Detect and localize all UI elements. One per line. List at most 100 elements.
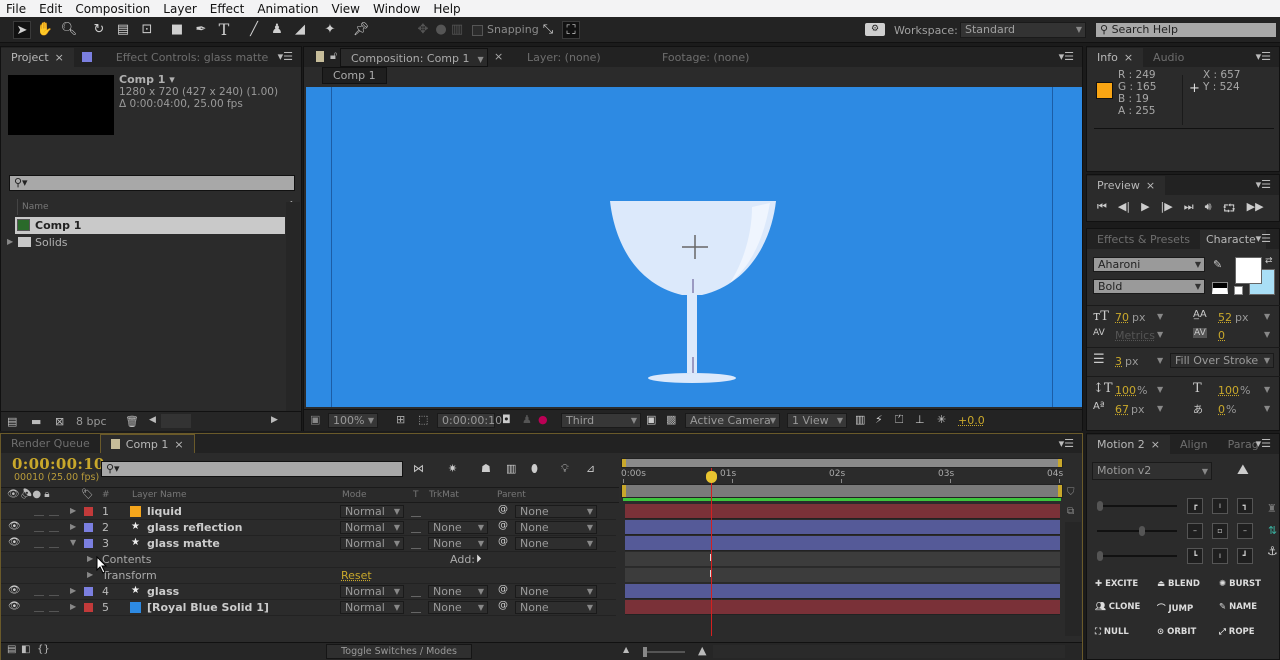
mute-audio-icon[interactable]: 🔊︎ [1205, 200, 1212, 219]
ease-slider-thumb[interactable] [1097, 501, 1103, 511]
brainstorm-icon[interactable]: 💡︎ [561, 462, 569, 476]
tab-layer[interactable]: Layer: (none) [517, 48, 611, 67]
swap-colors-icon[interactable]: ⇄ [1265, 256, 1273, 266]
column-header-layer-name[interactable]: Layer Name [132, 490, 187, 500]
rotation-tool-icon[interactable]: ↻ [90, 21, 108, 39]
always-preview-icon[interactable]: ▣ [310, 413, 320, 426]
magnification-select[interactable]: 100% ▼ [328, 413, 378, 428]
loop-icon[interactable]: ⮔ [1223, 200, 1236, 219]
zoom-slider-thumb[interactable] [643, 647, 647, 657]
chevron-down-icon[interactable]: ▼ [1264, 312, 1270, 321]
panel-menu-icon[interactable]: ▾☰ [1059, 50, 1074, 63]
project-item-name[interactable]: Solids [35, 236, 68, 249]
anchor-top-left-button[interactable]: ┏ [1187, 498, 1203, 514]
fill-color-swatch[interactable] [1235, 257, 1262, 284]
next-frame-icon[interactable]: |▶︎ [1161, 200, 1173, 219]
comp-name[interactable]: Comp 1 ▾ [119, 73, 175, 86]
column-header-mode[interactable]: Mode [342, 490, 367, 500]
playhead-handle[interactable] [705, 471, 717, 483]
view-layout-select[interactable]: 1 View ▼ [787, 413, 847, 428]
workspace-select[interactable]: Standard ▼ [960, 22, 1086, 38]
previous-frame-icon[interactable]: ◀︎| [1118, 200, 1130, 219]
parent-select[interactable]: None ▼ [515, 601, 597, 614]
ram-preview-icon[interactable]: ▶▶ [1247, 200, 1264, 219]
label-color-swatch[interactable] [84, 507, 93, 516]
track-matte-select[interactable]: None ▼ [428, 537, 488, 550]
comp-marker-bin-icon[interactable]: ⛉ [1067, 487, 1075, 498]
layer-duration-bar[interactable] [625, 600, 1060, 615]
menu-composition[interactable]: Composition [75, 2, 150, 16]
expand-arrow-icon[interactable]: ▶ [70, 506, 76, 515]
black-white-swatch[interactable] [1212, 282, 1228, 294]
type-tool-icon[interactable]: T [215, 21, 233, 39]
expand-arrow-icon[interactable]: ▶ [7, 237, 13, 246]
roto-brush-tool-icon[interactable]: ✦ [321, 21, 339, 39]
tab-project[interactable]: Project × [1, 48, 74, 67]
zoom-tool-icon[interactable]: 🔍︎ [60, 21, 78, 39]
menu-layer[interactable]: Layer [163, 2, 196, 16]
label-tag-icon[interactable]: 🏷︎ [81, 489, 94, 500]
add-button[interactable]: Add: [450, 553, 475, 566]
brush-tool-icon[interactable]: ╱ [245, 21, 263, 39]
tsume-value[interactable]: 0 [1218, 403, 1225, 416]
layer-name[interactable]: [Royal Blue Solid 1] [147, 601, 269, 614]
layer-name[interactable]: liquid [147, 505, 182, 518]
horizontal-scale-value[interactable]: 100 [1218, 384, 1239, 397]
expand-arrow-icon[interactable]: ▶ [87, 554, 93, 563]
chevron-down-icon[interactable]: ▼ [1157, 356, 1163, 365]
toggle-pixel-aspect-icon[interactable]: ▥ [855, 413, 865, 426]
close-icon[interactable]: × [494, 50, 503, 63]
transfer-controls-icon[interactable]: ◧ [21, 644, 30, 655]
selection-tool-icon[interactable]: ➤ [13, 21, 31, 39]
column-header-name[interactable]: Name [17, 199, 285, 215]
anchor-icon[interactable]: ⚓︎ [1267, 544, 1278, 558]
column-header-t[interactable]: T [413, 490, 419, 500]
layer-duration-bar[interactable] [625, 584, 1060, 599]
reset-link[interactable]: Reset [341, 569, 372, 582]
baseline-shift-value[interactable]: 67 [1115, 403, 1129, 416]
close-icon[interactable]: × [1146, 179, 1155, 192]
chevron-down-icon[interactable]: ▼ [1157, 385, 1163, 394]
tab-comp-timeline[interactable]: Comp 1 × [99, 434, 195, 453]
eye-icon[interactable]: 👁︎ [8, 585, 21, 596]
panel-menu-icon[interactable]: ▾☰ [1059, 437, 1074, 450]
pick-whip-icon[interactable]: @ [498, 600, 508, 611]
chevron-down-icon[interactable]: ▼ [1264, 404, 1270, 413]
tab-effects-presets[interactable]: Effects & Presets [1087, 230, 1200, 249]
label-color-swatch[interactable] [84, 539, 93, 548]
layer-name[interactable]: glass matte [147, 537, 220, 550]
null-button[interactable]: ⛶ NULL [1095, 627, 1157, 637]
frame-blending-icon[interactable]: ▥ [506, 462, 516, 475]
layer-duration-bar[interactable] [625, 504, 1060, 519]
transform-property[interactable]: Transform [102, 569, 157, 582]
panel-menu-icon[interactable]: ▾☰ [1256, 232, 1271, 245]
tab-audio[interactable]: Audio [1143, 48, 1194, 67]
column-header-number[interactable]: # [102, 490, 110, 500]
last-frame-icon[interactable]: ⏭ [1184, 200, 1194, 219]
solo-switch[interactable] [34, 507, 44, 516]
anchor-left-button[interactable]: – [1187, 523, 1203, 539]
comp-mini-flowchart-icon[interactable]: ⋈ [413, 462, 424, 475]
swap-arrows-icon[interactable]: ⇅ [1268, 524, 1277, 537]
preserve-transparency-toggle[interactable] [411, 507, 421, 517]
motion-blur-icon[interactable]: ⬮ [531, 462, 538, 476]
chevron-down-icon[interactable]: ▼ [1157, 330, 1163, 339]
anchor-right-button[interactable]: – [1237, 523, 1253, 539]
preserve-transparency-toggle[interactable] [411, 539, 421, 549]
kerning-value[interactable]: Metrics [1115, 329, 1155, 342]
exposure-reset-icon[interactable]: ✳ [937, 413, 946, 426]
chevron-down-icon[interactable]: ▼ [1264, 385, 1270, 394]
add-play-icon[interactable]: ⏵ [476, 552, 482, 566]
parent-select[interactable]: None ▼ [515, 585, 597, 598]
play-icon[interactable]: ▶ [1141, 200, 1149, 219]
eye-icon[interactable]: 👁︎ [8, 521, 21, 532]
resolution-select[interactable]: Third ▼ [561, 413, 641, 428]
scroll-left-icon[interactable]: ◀ [149, 415, 156, 425]
exposure-value[interactable]: +0.0 [958, 414, 985, 427]
layer-row[interactable]: 👁︎ ▶ 5 [Royal Blue Solid 1] Normal ▼ None ▼ @ Non… [1, 600, 616, 616]
zoom-out-icon[interactable]: ▲ [623, 645, 629, 654]
panel-menu-icon[interactable]: ▾☰ [1256, 50, 1271, 63]
menu-edit[interactable]: Edit [39, 2, 62, 16]
rope-button[interactable]: ⤢ ROPE [1219, 627, 1280, 637]
chevron-down-icon[interactable]: ▼ [1264, 330, 1270, 339]
